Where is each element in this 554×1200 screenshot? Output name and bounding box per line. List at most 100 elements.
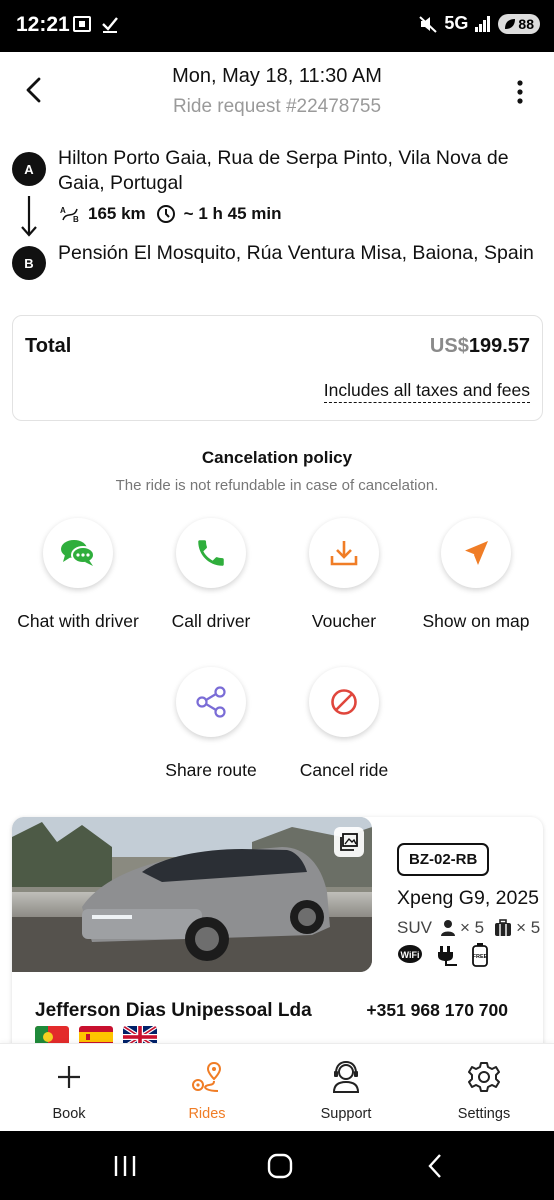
clock-icon — [156, 205, 175, 223]
photo-gallery-button[interactable] — [334, 827, 364, 857]
chat-button-circle[interactable] — [43, 518, 113, 588]
cancelation-policy-title: Cancelation policy — [201, 448, 353, 467]
total-amount: 199.57 — [468, 335, 530, 357]
call-driver-button[interactable]: Call driver — [144, 518, 278, 632]
share-route-button[interactable]: Share route — [144, 667, 278, 781]
network-label: 5G — [444, 13, 469, 33]
voucher-button-circle[interactable] — [309, 518, 379, 588]
mute-icon — [419, 15, 438, 33]
car-illustration — [12, 817, 372, 972]
gear-icon — [468, 1062, 500, 1092]
prohibited-icon — [331, 689, 357, 715]
show-on-map-button[interactable]: Show on map — [409, 518, 543, 632]
home-button[interactable] — [260, 1151, 300, 1181]
pickup-address: Hilton Porto Gaia, Rua de Serpa Pinto, V… — [58, 147, 509, 194]
route-section: A Hilton Porto Gaia, Rua de Serpa Pinto,… — [0, 140, 554, 300]
free-water-icon: FREE — [472, 943, 488, 967]
distance-meta: AB 165 km — [60, 204, 146, 224]
plus-icon — [58, 1066, 80, 1088]
more-options-button[interactable] — [510, 74, 530, 110]
signal-icon — [475, 15, 491, 32]
total-price: US$199.57 — [430, 335, 530, 358]
total-card: Total US$199.57 Includes all taxes and f… — [12, 315, 543, 421]
nav-rides[interactable]: Rides — [138, 1044, 276, 1132]
driver-phone[interactable]: +351 968 170 700 — [366, 1000, 508, 1021]
luggage-capacity: × 5 — [516, 918, 541, 937]
system-back-button[interactable] — [415, 1151, 455, 1181]
car-amenities: WiFi FREE — [397, 943, 489, 967]
recents-button[interactable] — [105, 1151, 145, 1181]
voucher-label: Voucher — [311, 611, 377, 631]
home-icon — [267, 1153, 293, 1179]
screenshot-icon — [73, 16, 91, 32]
battery-indicator: 88 — [498, 13, 540, 34]
nav-book[interactable]: Book — [0, 1044, 138, 1132]
nav-support[interactable]: Support — [277, 1044, 415, 1132]
share-label: Share route — [165, 760, 257, 780]
pickup-pin: A — [12, 152, 46, 186]
call-button-circle[interactable] — [176, 518, 246, 588]
car-specs: SUV × 5 × 5 — [397, 918, 540, 938]
luggage-icon — [495, 919, 512, 936]
vehicle-card: BZ-02-RB Xpeng G9, 2025 SUV × 5 × 5 WiFi… — [12, 817, 543, 1057]
car-class: SUV — [397, 918, 432, 937]
route-down-arrow-icon — [21, 196, 37, 237]
share-icon — [196, 686, 226, 718]
total-currency: US$ — [429, 335, 469, 357]
svg-text:WiFi: WiFi — [401, 950, 420, 960]
map-label: Show on map — [422, 611, 530, 631]
nav-book-label: Book — [52, 1106, 86, 1122]
dropoff-pin: B — [12, 246, 46, 280]
ride-date: Mon, May 18, 11:30 AM — [172, 65, 382, 87]
navigation-icon — [463, 541, 488, 565]
check-icon — [102, 17, 118, 33]
status-notification-icons — [72, 14, 120, 34]
gallery-icon — [340, 833, 358, 851]
svg-text:A: A — [60, 206, 66, 215]
passenger-capacity: × 5 — [459, 918, 485, 937]
wifi-icon: WiFi — [398, 945, 422, 963]
share-button-circle[interactable] — [176, 667, 246, 737]
phone-icon — [198, 540, 224, 566]
bottom-navigation: Book Rides Support Settings — [0, 1043, 554, 1131]
dropoff-address: Pensión El Mosquito, Rúa Ventura Misa, B… — [58, 242, 534, 264]
distance-icon: AB — [60, 206, 79, 223]
route-meta: AB 165 km ~ 1 h 45 min — [60, 204, 281, 224]
map-button-circle[interactable] — [441, 518, 511, 588]
cancel-label: Cancel ride — [299, 760, 389, 780]
battery-level: 88 — [518, 15, 534, 32]
car-model: Xpeng G9, 2025 — [397, 887, 540, 909]
recents-icon — [114, 1156, 136, 1176]
cancel-button-circle[interactable] — [309, 667, 379, 737]
ride-request-number: Ride request #22478755 — [172, 96, 382, 117]
voucher-button[interactable]: Voucher — [277, 518, 411, 632]
status-time: 12:21 — [16, 13, 70, 36]
header: Mon, May 18, 11:30 AM Ride request #2247… — [0, 52, 554, 132]
license-plate: BZ-02-RB — [397, 843, 490, 876]
chat-label: Chat with driver — [17, 611, 139, 631]
cancelation-policy-text: The ride is not refundable in case of ca… — [115, 477, 439, 494]
total-label: Total — [25, 335, 72, 357]
duration-value: ~ 1 h 45 min — [183, 204, 282, 223]
distance-value: 165 km — [88, 204, 146, 223]
rides-route-icon — [192, 1061, 222, 1092]
leaf-icon — [505, 18, 516, 29]
cancel-ride-button[interactable]: Cancel ride — [277, 667, 411, 781]
chat-with-driver-button[interactable]: Chat with driver — [11, 518, 145, 632]
nav-rides-label: Rides — [188, 1106, 226, 1122]
duration-meta: ~ 1 h 45 min — [156, 204, 282, 224]
nav-settings-label: Settings — [457, 1106, 511, 1122]
taxes-info-link[interactable]: Includes all taxes and fees — [323, 380, 530, 403]
status-right: 5G 88 — [418, 13, 540, 34]
system-navigation-bar — [0, 1131, 554, 1200]
download-icon — [330, 541, 358, 566]
chat-bubbles-icon — [61, 540, 95, 566]
system-back-icon — [428, 1154, 441, 1178]
car-photo[interactable] — [12, 817, 372, 972]
status-bar: 12:21 5G 88 — [0, 0, 554, 52]
passenger-icon — [440, 920, 455, 936]
charger-icon — [438, 946, 457, 966]
svg-text:FREE: FREE — [473, 954, 488, 960]
nav-settings[interactable]: Settings — [415, 1044, 553, 1132]
nav-support-label: Support — [320, 1106, 372, 1122]
